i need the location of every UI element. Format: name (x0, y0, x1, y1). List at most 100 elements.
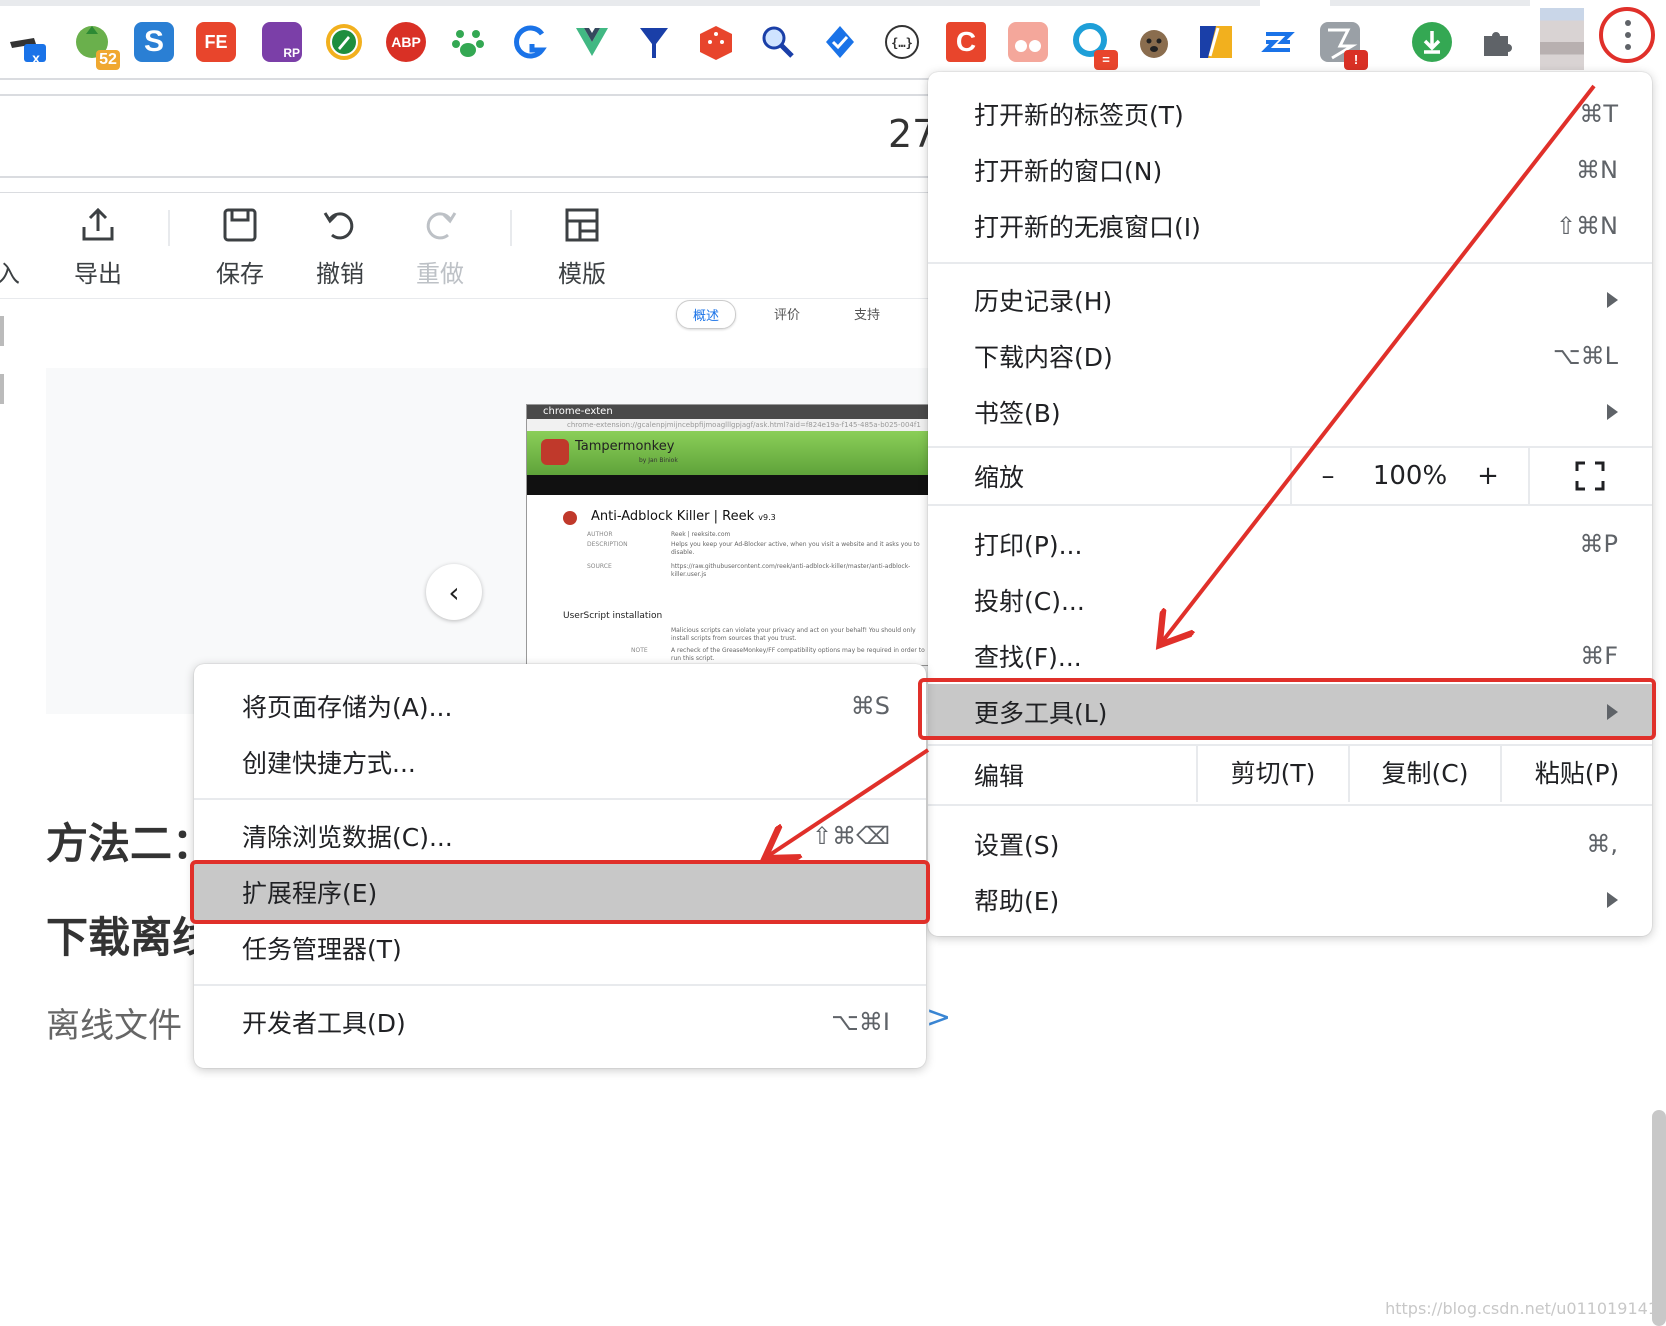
submenu-item-extensions[interactable]: 扩展程序(E) (194, 864, 926, 920)
export-button[interactable]: 导出 (58, 206, 138, 289)
zoom-in-button[interactable]: + (1460, 448, 1516, 504)
heading-download-offline: 下载离线 (46, 913, 215, 962)
menu-item-shortcut: ⇧⌘⌫ (811, 822, 890, 850)
visual-search-extension-icon[interactable]: x (6, 22, 46, 66)
extension-badge-alert: ! (1344, 50, 1368, 70)
y-extension-icon[interactable] (634, 22, 674, 62)
copy-button[interactable]: 复制(C) (1350, 744, 1500, 800)
json-extension-icon[interactable]: {…} (882, 22, 922, 62)
menu-item-label: 打开新的标签页(T) (974, 101, 1184, 130)
template-label: 模版 (558, 260, 606, 288)
link-arrow[interactable]: > (926, 1000, 951, 1035)
menu-item-help[interactable]: 帮助(E) (928, 872, 1652, 928)
store-tab-reviews[interactable]: 评价 (758, 300, 816, 329)
page-header-bottom-border (0, 176, 930, 178)
y-funnel-icon (640, 28, 668, 58)
search-extension-icon[interactable] (758, 22, 798, 62)
menu-item-shortcut: ⌘F (1580, 642, 1618, 670)
menu-item-settings[interactable]: 设置(S) ⌘, (928, 816, 1652, 872)
install-heading: UserScript installation (563, 611, 663, 621)
adblock-plus-extension-icon[interactable]: ABP (386, 22, 426, 62)
menu-item-label: 开发者工具(D) (242, 1009, 406, 1038)
paste-button[interactable]: 粘贴(P) (1502, 744, 1652, 800)
zoom-out-button[interactable]: – (1300, 448, 1356, 504)
undo-button[interactable]: 撤销 (300, 206, 380, 289)
store-tab-overview[interactable]: 概述 (676, 300, 737, 329)
axure-rp-extension-icon[interactable]: RP (262, 22, 302, 62)
script-title: Anti-Adblock Killer | Reek v9.3 (591, 509, 776, 524)
submenu-item-save-page-as[interactable]: 将页面存储为(A)... ⌘S (194, 678, 926, 734)
menu-separator (928, 504, 1652, 506)
menu-item-find[interactable]: 查找(F)... ⌘F (928, 628, 1652, 684)
counter-extension-icon[interactable]: 52 (72, 22, 120, 70)
page-scrollbar[interactable] (1652, 1110, 1666, 1326)
checkmark-extension-icon[interactable] (820, 22, 860, 62)
menu-item-new-window[interactable]: 打开新的窗口(N) ⌘N (928, 142, 1652, 198)
submenu-item-create-shortcut[interactable]: 创建快捷方式... (194, 734, 926, 790)
export-label: 导出 (74, 260, 122, 288)
menu-item-history[interactable]: 历史记录(H) (928, 272, 1652, 328)
script-status-icon (563, 511, 577, 525)
menu-item-new-tab[interactable]: 打开新的标签页(T) ⌘T (928, 86, 1652, 142)
menu-item-label: 下载内容(D) (974, 343, 1113, 372)
template-button[interactable]: 模版 (542, 206, 622, 289)
store-tab-support[interactable]: 支持 (838, 300, 896, 329)
description-label: DESCRIPTION (587, 541, 628, 548)
menu-item-bookmarks[interactable]: 书签(B) (928, 384, 1652, 440)
fullscreen-button[interactable] (1560, 448, 1620, 504)
extensions-puzzle-button[interactable] (1476, 22, 1516, 62)
sync-extension-icon[interactable] (1258, 22, 1298, 62)
docs-extension-icon[interactable]: = (1070, 22, 1118, 70)
submenu-item-clear-browsing-data[interactable]: 清除浏览数据(C)... ⇧⌘⌫ (194, 808, 926, 864)
toolbar-separator (168, 210, 170, 246)
left-edge-mark (0, 316, 4, 346)
submenu-item-developer-tools[interactable]: 开发者工具(D) ⌥⌘I (194, 994, 926, 1050)
dice-extension-icon[interactable] (696, 22, 736, 62)
fe-helper-extension-icon[interactable]: FE (196, 22, 236, 62)
menu-item-downloads[interactable]: 下载内容(D) ⌥⌘L (928, 328, 1652, 384)
zoom-level: 100% (1372, 461, 1448, 491)
redo-button[interactable]: 重做 (400, 206, 480, 289)
menu-item-new-incognito-window[interactable]: 打开新的无痕窗口(I) ⇧⌘N (928, 198, 1652, 254)
script-title-text: Anti-Adblock Killer | Reek (591, 509, 755, 524)
menu-separator (194, 984, 926, 986)
blocked-extension-icon[interactable]: ! (1320, 22, 1368, 70)
description-value: Helps you keep your Ad-Blocker active, w… (671, 541, 920, 556)
stripe-extension-icon[interactable] (1196, 22, 1236, 62)
page-header-top-border (0, 94, 930, 96)
gallery-screenshot: chrome-exten chrome-extension://gcalenpj… (526, 404, 936, 666)
dog-icon (1140, 30, 1168, 58)
tampermonkey-extension-icon[interactable] (1008, 22, 1048, 62)
chrome-menu-button[interactable] (1599, 7, 1655, 63)
menu-item-shortcut: ⌘S (850, 692, 890, 720)
left-edge-mark (0, 374, 4, 404)
submenu-item-task-manager[interactable]: 任务管理器(T) (194, 920, 926, 976)
g-extension-icon[interactable] (510, 22, 550, 62)
menu-item-label: 打印(P)... (974, 531, 1083, 560)
vue-devtools-extension-icon[interactable] (572, 22, 612, 62)
screenshot-url: chrome-extension://gcalenpjmijncebpfijmo… (527, 419, 935, 431)
toolbar-divider (0, 78, 930, 80)
cut-button[interactable]: 剪切(T) (1198, 744, 1348, 800)
chevron-left-icon: ‹ (448, 575, 460, 609)
download-extension-icon[interactable] (1412, 22, 1452, 62)
import-button[interactable]: 入 (0, 206, 20, 289)
menu-item-cast[interactable]: 投射(C)... (928, 572, 1652, 628)
menu-item-print[interactable]: 打印(P)... ⌘P (928, 516, 1652, 572)
compass-extension-icon[interactable] (324, 22, 364, 62)
menu-item-more-tools[interactable]: 更多工具(L) (928, 684, 1652, 740)
save-button[interactable]: 保存 (200, 206, 280, 289)
profile-avatar[interactable] (1540, 8, 1584, 70)
gallery-previous-button[interactable]: ‹ (426, 564, 482, 620)
menu-item-label: 投射(C)... (974, 587, 1085, 616)
save-label: 保存 (216, 260, 264, 288)
menu-item-label: 设置(S) (974, 831, 1060, 860)
editor-toolbar-top-border (0, 192, 930, 193)
script-version: v9.3 (758, 513, 776, 522)
paw-extension-icon[interactable] (448, 22, 488, 62)
s-extension-icon[interactable]: S (134, 22, 174, 62)
c-extension-icon[interactable]: C (946, 22, 986, 62)
tampermonkey-header: Tampermonkey by Jan Biniok (527, 431, 935, 475)
heading-method-two: 方法二： (46, 819, 215, 868)
dog-avatar-extension-icon[interactable] (1134, 22, 1174, 62)
